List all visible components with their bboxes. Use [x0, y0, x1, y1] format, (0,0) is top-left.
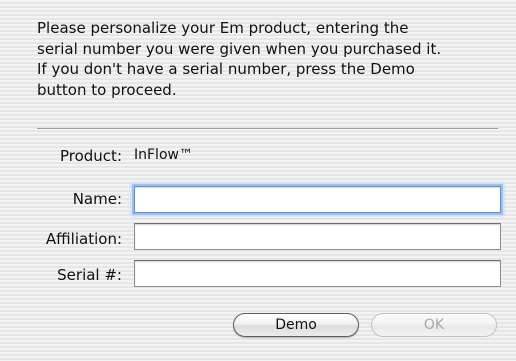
product-label: Product:: [59, 147, 122, 165]
ok-button[interactable]: OK: [371, 313, 497, 337]
serial-number-field[interactable]: [134, 260, 501, 287]
affiliation-label: Affiliation:: [45, 230, 122, 248]
demo-button[interactable]: Demo: [233, 313, 359, 337]
affiliation-field[interactable]: [134, 223, 501, 250]
personalize-dialog: Please personalize your Em product, ente…: [0, 0, 516, 361]
product-value: InFlow™: [134, 147, 193, 163]
separator-line: [37, 128, 498, 130]
serial-label: Serial #:: [57, 266, 122, 284]
name-label: Name:: [72, 190, 122, 208]
instruction-message: Please personalize your Em product, ente…: [37, 19, 442, 99]
name-field[interactable]: [134, 186, 501, 213]
